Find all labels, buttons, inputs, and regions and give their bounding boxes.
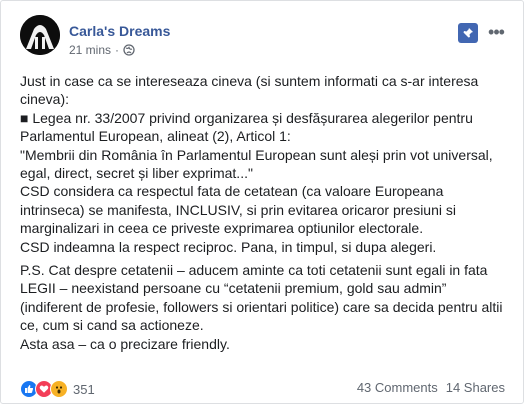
pin-icon: [462, 27, 474, 39]
engagement-stats: 43 Comments 14 Shares: [357, 380, 505, 395]
post-body: Just in case ca se intereseaza cineva (s…: [20, 72, 510, 353]
reaction-count: 351: [73, 381, 95, 397]
post-line: P.S. Cat despre cetatenii – aducem amint…: [20, 262, 503, 334]
post-line: Asta asa – ca o precizare friendly.: [20, 335, 230, 352]
reactions-summary[interactable]: 351: [20, 380, 95, 398]
post-meta: 21 mins ·: [69, 43, 135, 57]
post-line: ■ Legea nr. 33/2007 privind organizarea …: [20, 109, 473, 145]
post-line: CSD considera ca respectul fata de cetat…: [20, 183, 456, 237]
post-card: Carla's Dreams 21 mins · ••• Just in cas…: [0, 0, 524, 404]
post-paragraph: P.S. Cat despre cetatenii – aducem amint…: [20, 261, 510, 353]
pin-button[interactable]: [458, 23, 478, 43]
post-line: Just in case ca se intereseaza cineva (s…: [20, 73, 479, 108]
globe-icon[interactable]: [123, 44, 135, 56]
post-line: CSD indeamna la respect reciproc. Pana, …: [20, 238, 437, 255]
post-time[interactable]: 21 mins: [69, 43, 111, 57]
wow-reaction-icon: [50, 380, 68, 398]
shares-link[interactable]: 14 Shares: [446, 380, 505, 395]
more-options-button[interactable]: •••: [485, 21, 507, 43]
author-name[interactable]: Carla's Dreams: [69, 23, 170, 39]
avatar[interactable]: [20, 15, 60, 55]
post-line: "Membrii din România în Parlamentul Euro…: [20, 146, 493, 182]
comments-link[interactable]: 43 Comments: [357, 380, 438, 395]
meta-separator: ·: [115, 43, 120, 57]
more-icon: •••: [488, 22, 505, 42]
post-paragraph: Just in case ca se intereseaza cineva (s…: [20, 72, 510, 256]
